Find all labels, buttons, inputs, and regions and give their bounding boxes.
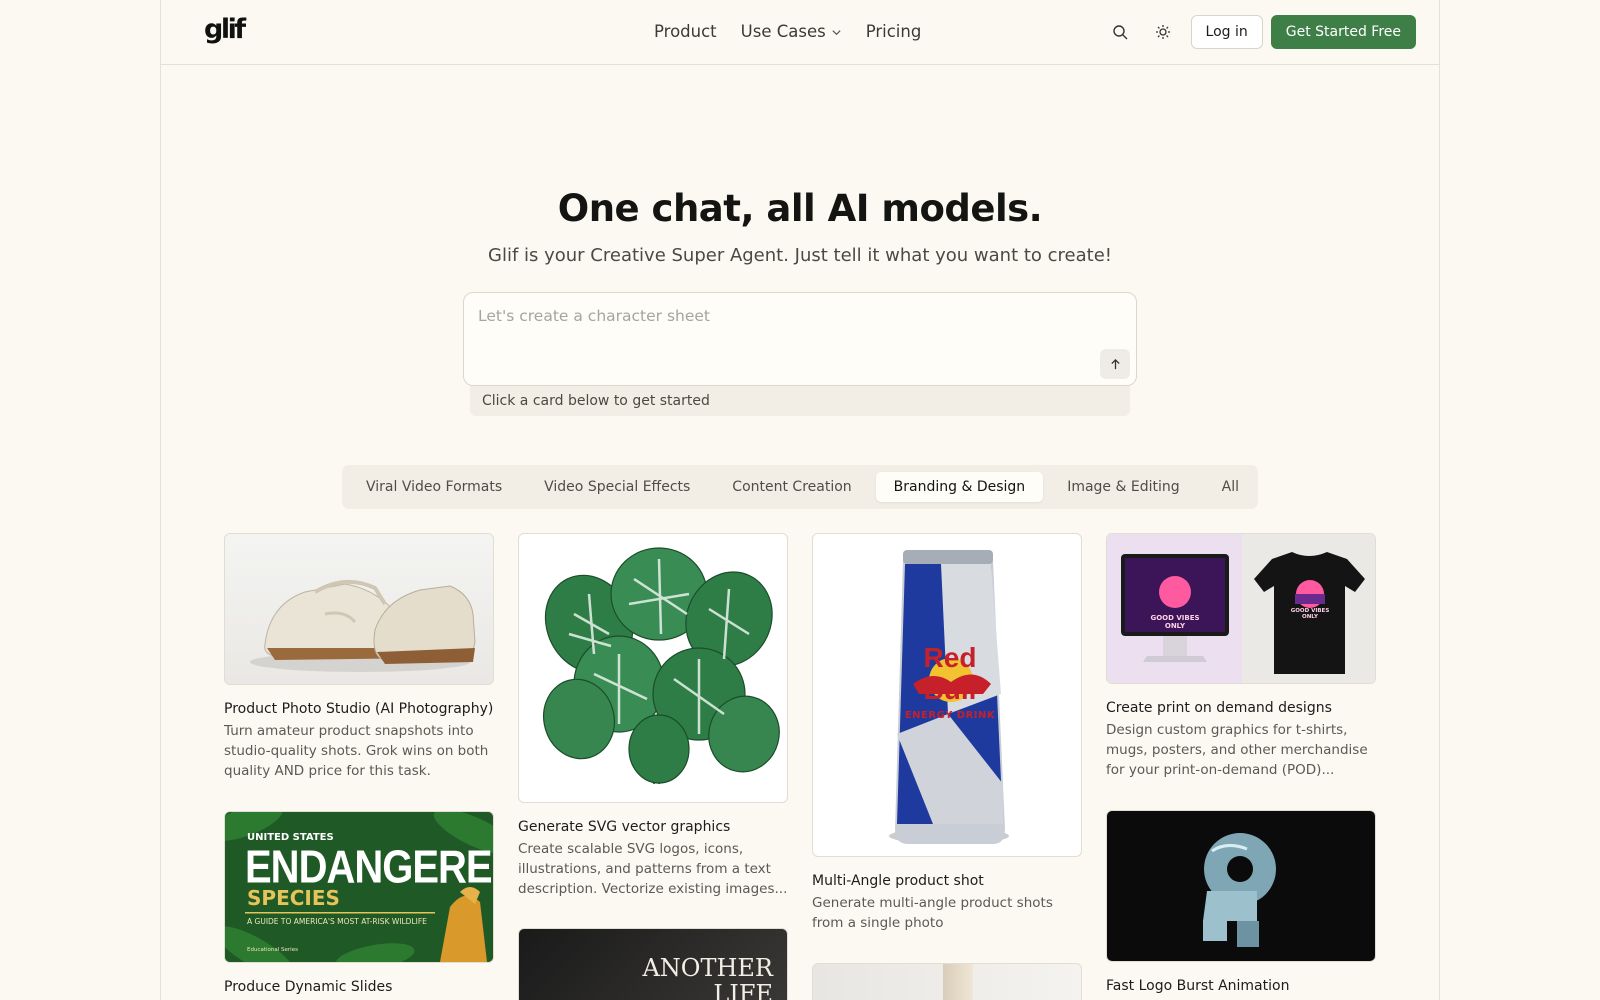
- card-print-on-demand[interactable]: GOOD VIBES ONLY GOOD VIBES ONLY Create p…: [1106, 533, 1376, 780]
- can-brand: Red Bull: [923, 642, 977, 705]
- slide-subhead: SPECIES: [247, 886, 340, 910]
- card-image: UNITED STATES ENDANGERED SPECIES A GUIDE…: [224, 811, 494, 963]
- card-image: Red Bull ENERGY DRINK: [812, 533, 1082, 857]
- glif-logo[interactable]: glif: [204, 16, 246, 44]
- card-image: ANOTHER LIFE: [518, 928, 788, 1000]
- nav-product[interactable]: Product: [654, 20, 717, 44]
- tab-all[interactable]: All: [1204, 472, 1257, 502]
- card-title: Product Photo Studio (AI Photography): [224, 701, 494, 717]
- tab-branding-design[interactable]: Branding & Design: [875, 472, 1044, 502]
- card-image: [812, 963, 1082, 1000]
- card-title: Generate SVG vector graphics: [518, 819, 731, 835]
- sun-icon: [1155, 25, 1170, 39]
- card-description: Design custom graphics for t-shirts, mug…: [1106, 722, 1368, 778]
- pod-monitor-text: GOOD VIBES ONLY: [1150, 614, 1200, 630]
- prompt-input[interactable]: [478, 307, 1038, 325]
- card-product-photo-studio[interactable]: Product Photo Studio (AI Photography) Tu…: [224, 533, 494, 781]
- poster-title: ANOTHER LIFE: [642, 954, 773, 1000]
- login-button[interactable]: Log in: [1190, 15, 1263, 49]
- logo-burst-image: [1203, 833, 1276, 947]
- prompt-box: [463, 292, 1137, 386]
- nav-pricing-label: Pricing: [865, 22, 922, 41]
- hero-title: One chat, all AI models.: [557, 187, 1043, 230]
- top-navbar: glif Product Use Cases Pricing Log in Ge…: [160, 0, 1440, 65]
- card-product-variant[interactable]: [812, 963, 1082, 1000]
- main-nav: Product Use Cases Pricing: [654, 20, 921, 44]
- card-another-life[interactable]: ANOTHER LIFE: [518, 928, 788, 1000]
- hero-subtitle: Glif is your Creative Super Agent. Just …: [488, 245, 1112, 266]
- tab-content-creation[interactable]: Content Creation: [714, 472, 869, 502]
- card-image: GOOD VIBES ONLY GOOD VIBES ONLY: [1106, 533, 1376, 684]
- tab-video-special-effects[interactable]: Video Special Effects: [526, 472, 708, 502]
- slide-footer: Educational Series: [247, 947, 298, 953]
- card-title: Multi-Angle product shot: [812, 873, 984, 889]
- card-dynamic-slides[interactable]: UNITED STATES ENDANGERED SPECIES A GUIDE…: [224, 811, 494, 997]
- slide-caption: A GUIDE TO AMERICA'S MOST AT-RISK WILDLI…: [247, 917, 427, 926]
- send-button[interactable]: [1100, 349, 1130, 379]
- nav-product-label: Product: [654, 22, 717, 41]
- monstera-illustration: [543, 547, 780, 785]
- get-started-button[interactable]: Get Started Free: [1270, 15, 1416, 49]
- tab-viral-video-formats[interactable]: Viral Video Formats: [348, 472, 520, 502]
- product-shape: [943, 964, 973, 1000]
- tab-image-editing[interactable]: Image & Editing: [1049, 472, 1197, 502]
- card-description: Turn amateur product snapshots into stud…: [224, 723, 489, 779]
- sneakers-image: [250, 579, 476, 672]
- theme-toggle-button[interactable]: [1146, 15, 1180, 49]
- card-svg-vector[interactable]: Generate SVG vector graphics Create scal…: [518, 533, 788, 899]
- arrow-up-icon: [1110, 358, 1120, 369]
- nav-pricing[interactable]: Pricing: [866, 20, 922, 44]
- nav-use-cases[interactable]: Use Cases: [741, 20, 842, 44]
- nav-use-cases-label: Use Cases: [740, 22, 826, 41]
- card-title: Fast Logo Burst Animation: [1106, 978, 1290, 994]
- chevron-down-icon: [832, 29, 841, 35]
- card-multi-angle[interactable]: Red Bull ENERGY DRINK Multi-Angle produc…: [812, 533, 1082, 933]
- search-button[interactable]: [1103, 15, 1137, 49]
- card-title: Produce Dynamic Slides: [224, 979, 393, 995]
- can-sub: ENERGY DRINK: [904, 710, 996, 721]
- header-actions: Log in Get Started Free: [1103, 15, 1416, 49]
- card-description: Generate multi-angle product shots from …: [812, 895, 1053, 931]
- card-image: [1106, 810, 1376, 962]
- card-logo-burst[interactable]: Fast Logo Burst Animation: [1106, 810, 1376, 996]
- category-tabs: Viral Video Formats Video Special Effect…: [342, 465, 1258, 509]
- pod-shirt-text: GOOD VIBES ONLY: [1290, 608, 1330, 620]
- card-image: [224, 533, 494, 685]
- card-title: Create print on demand designs: [1106, 700, 1332, 716]
- card-image: [518, 533, 788, 803]
- search-icon: [1112, 25, 1128, 40]
- pod-mockup-image: [1107, 534, 1375, 683]
- prompt-hint: Click a card below to get started: [470, 386, 1130, 416]
- card-description: Create scalable SVG logos, icons, illust…: [518, 841, 788, 897]
